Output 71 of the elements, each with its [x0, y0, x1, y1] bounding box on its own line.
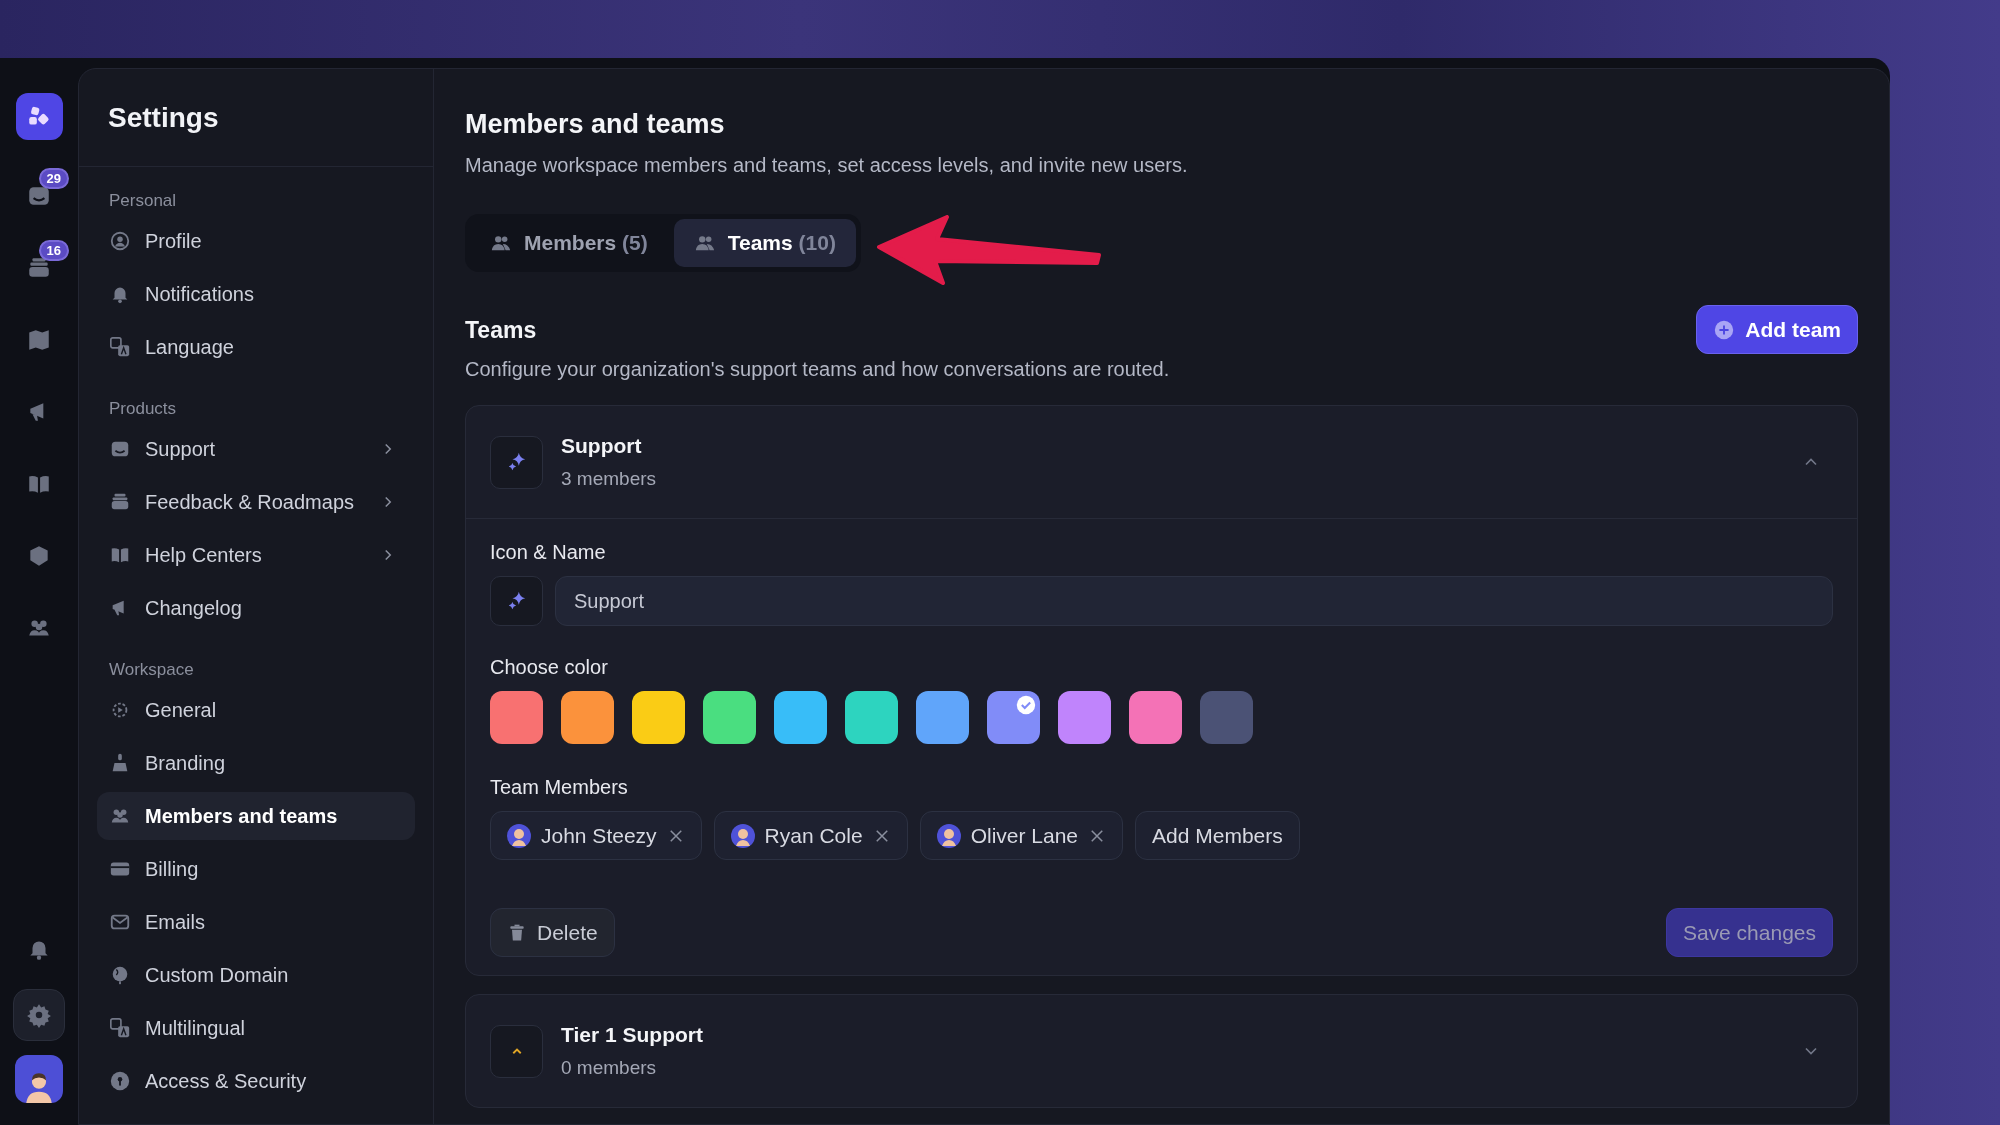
color-swatch[interactable] [987, 691, 1040, 744]
add-members-button[interactable]: Add Members [1135, 811, 1300, 860]
sidebar-item[interactable]: Changelog [97, 584, 415, 632]
color-swatch[interactable] [1200, 691, 1253, 744]
member-count: 3 members [561, 468, 657, 490]
settings-icon [26, 1002, 52, 1028]
plus-icon [1713, 318, 1736, 341]
map-icon [26, 327, 52, 353]
add-team-button[interactable]: Add team [1696, 305, 1858, 354]
section-description: Configure your organization's support teams and how conversations are routed. [465, 358, 1170, 381]
team-header[interactable]: Tier 1 Support 0 members [466, 995, 1857, 1107]
field-label: Icon & Name [490, 541, 607, 564]
color-swatch[interactable] [1058, 691, 1111, 744]
member-chip[interactable]: John Steezy [490, 811, 702, 860]
team-icon-button[interactable] [490, 435, 543, 489]
translate-icon [109, 1017, 131, 1039]
sidebar-item[interactable]: Notifications [97, 270, 415, 318]
trash-icon [507, 922, 527, 943]
count-badge: 16 [38, 240, 69, 261]
member-count: 0 members [561, 1057, 658, 1079]
sidebar-item[interactable]: Feedback & Roadmaps [97, 478, 415, 526]
sidebar-item[interactable]: Branding [97, 739, 415, 787]
section-heading: Products [108, 398, 178, 420]
team-name: Support [561, 434, 643, 458]
color-swatch[interactable] [703, 691, 756, 744]
team-name: Tier 1 Support [561, 1023, 703, 1047]
color-swatch[interactable] [774, 691, 827, 744]
color-swatch[interactable] [845, 691, 898, 744]
field-label: Team Members [490, 776, 629, 799]
lock-icon [109, 1070, 131, 1092]
tab[interactable]: Teams (10) [673, 219, 856, 267]
sidebar-item[interactable]: Help Centers [97, 531, 415, 579]
page-title: Members and teams [465, 109, 726, 140]
color-swatch[interactable] [916, 691, 969, 744]
sidebar-item[interactable]: Emails [97, 898, 415, 946]
page-description: Manage workspace members and teams, set access levels, and invite new users. [465, 154, 1189, 177]
tab[interactable]: Members (5) [470, 219, 668, 267]
check-icon [1016, 695, 1036, 715]
sidebar-item[interactable]: Support [97, 425, 415, 473]
color-swatch[interactable] [632, 691, 685, 744]
sidebar-item[interactable]: Access & Security [97, 1057, 415, 1105]
team-name-input[interactable]: Support [555, 576, 1833, 626]
sidebar-item[interactable]: Members and teams [97, 792, 415, 840]
count-badge: 29 [38, 168, 69, 189]
sidebar-item[interactable]: Billing [97, 845, 415, 893]
color-swatch[interactable] [490, 691, 543, 744]
member-chip[interactable]: Oliver Lane [919, 811, 1124, 860]
sidebar-item[interactable]: Profile [97, 217, 415, 265]
sidebar-item[interactable]: Language [97, 323, 415, 371]
app-logo[interactable] [15, 93, 63, 140]
team-header[interactable]: Support 3 members [466, 406, 1857, 519]
delete-button[interactable]: Delete [490, 908, 615, 957]
member-chip[interactable]: Ryan Cole [713, 811, 908, 860]
sidebar-item[interactable]: Custom Domain [97, 951, 415, 999]
color-swatch[interactable] [1129, 691, 1182, 744]
icon-picker-button[interactable] [490, 576, 543, 626]
avatar [936, 823, 961, 848]
avatar [507, 823, 531, 848]
sidebar-item[interactable]: General [97, 686, 415, 734]
field-label: Choose color [490, 656, 609, 679]
person-icon [109, 230, 131, 252]
translate-icon [109, 336, 131, 358]
sidebar-item[interactable]: Multilingual [97, 1004, 415, 1052]
section-heading: Personal [108, 190, 178, 212]
user-avatar[interactable] [15, 1055, 63, 1103]
avatar [730, 823, 755, 848]
section-heading: Workspace [108, 659, 195, 681]
sidebar-title: Settings [108, 101, 219, 134]
color-swatch[interactable] [561, 691, 614, 744]
rail-button[interactable] [13, 989, 65, 1041]
section-title: Teams [465, 317, 538, 344]
